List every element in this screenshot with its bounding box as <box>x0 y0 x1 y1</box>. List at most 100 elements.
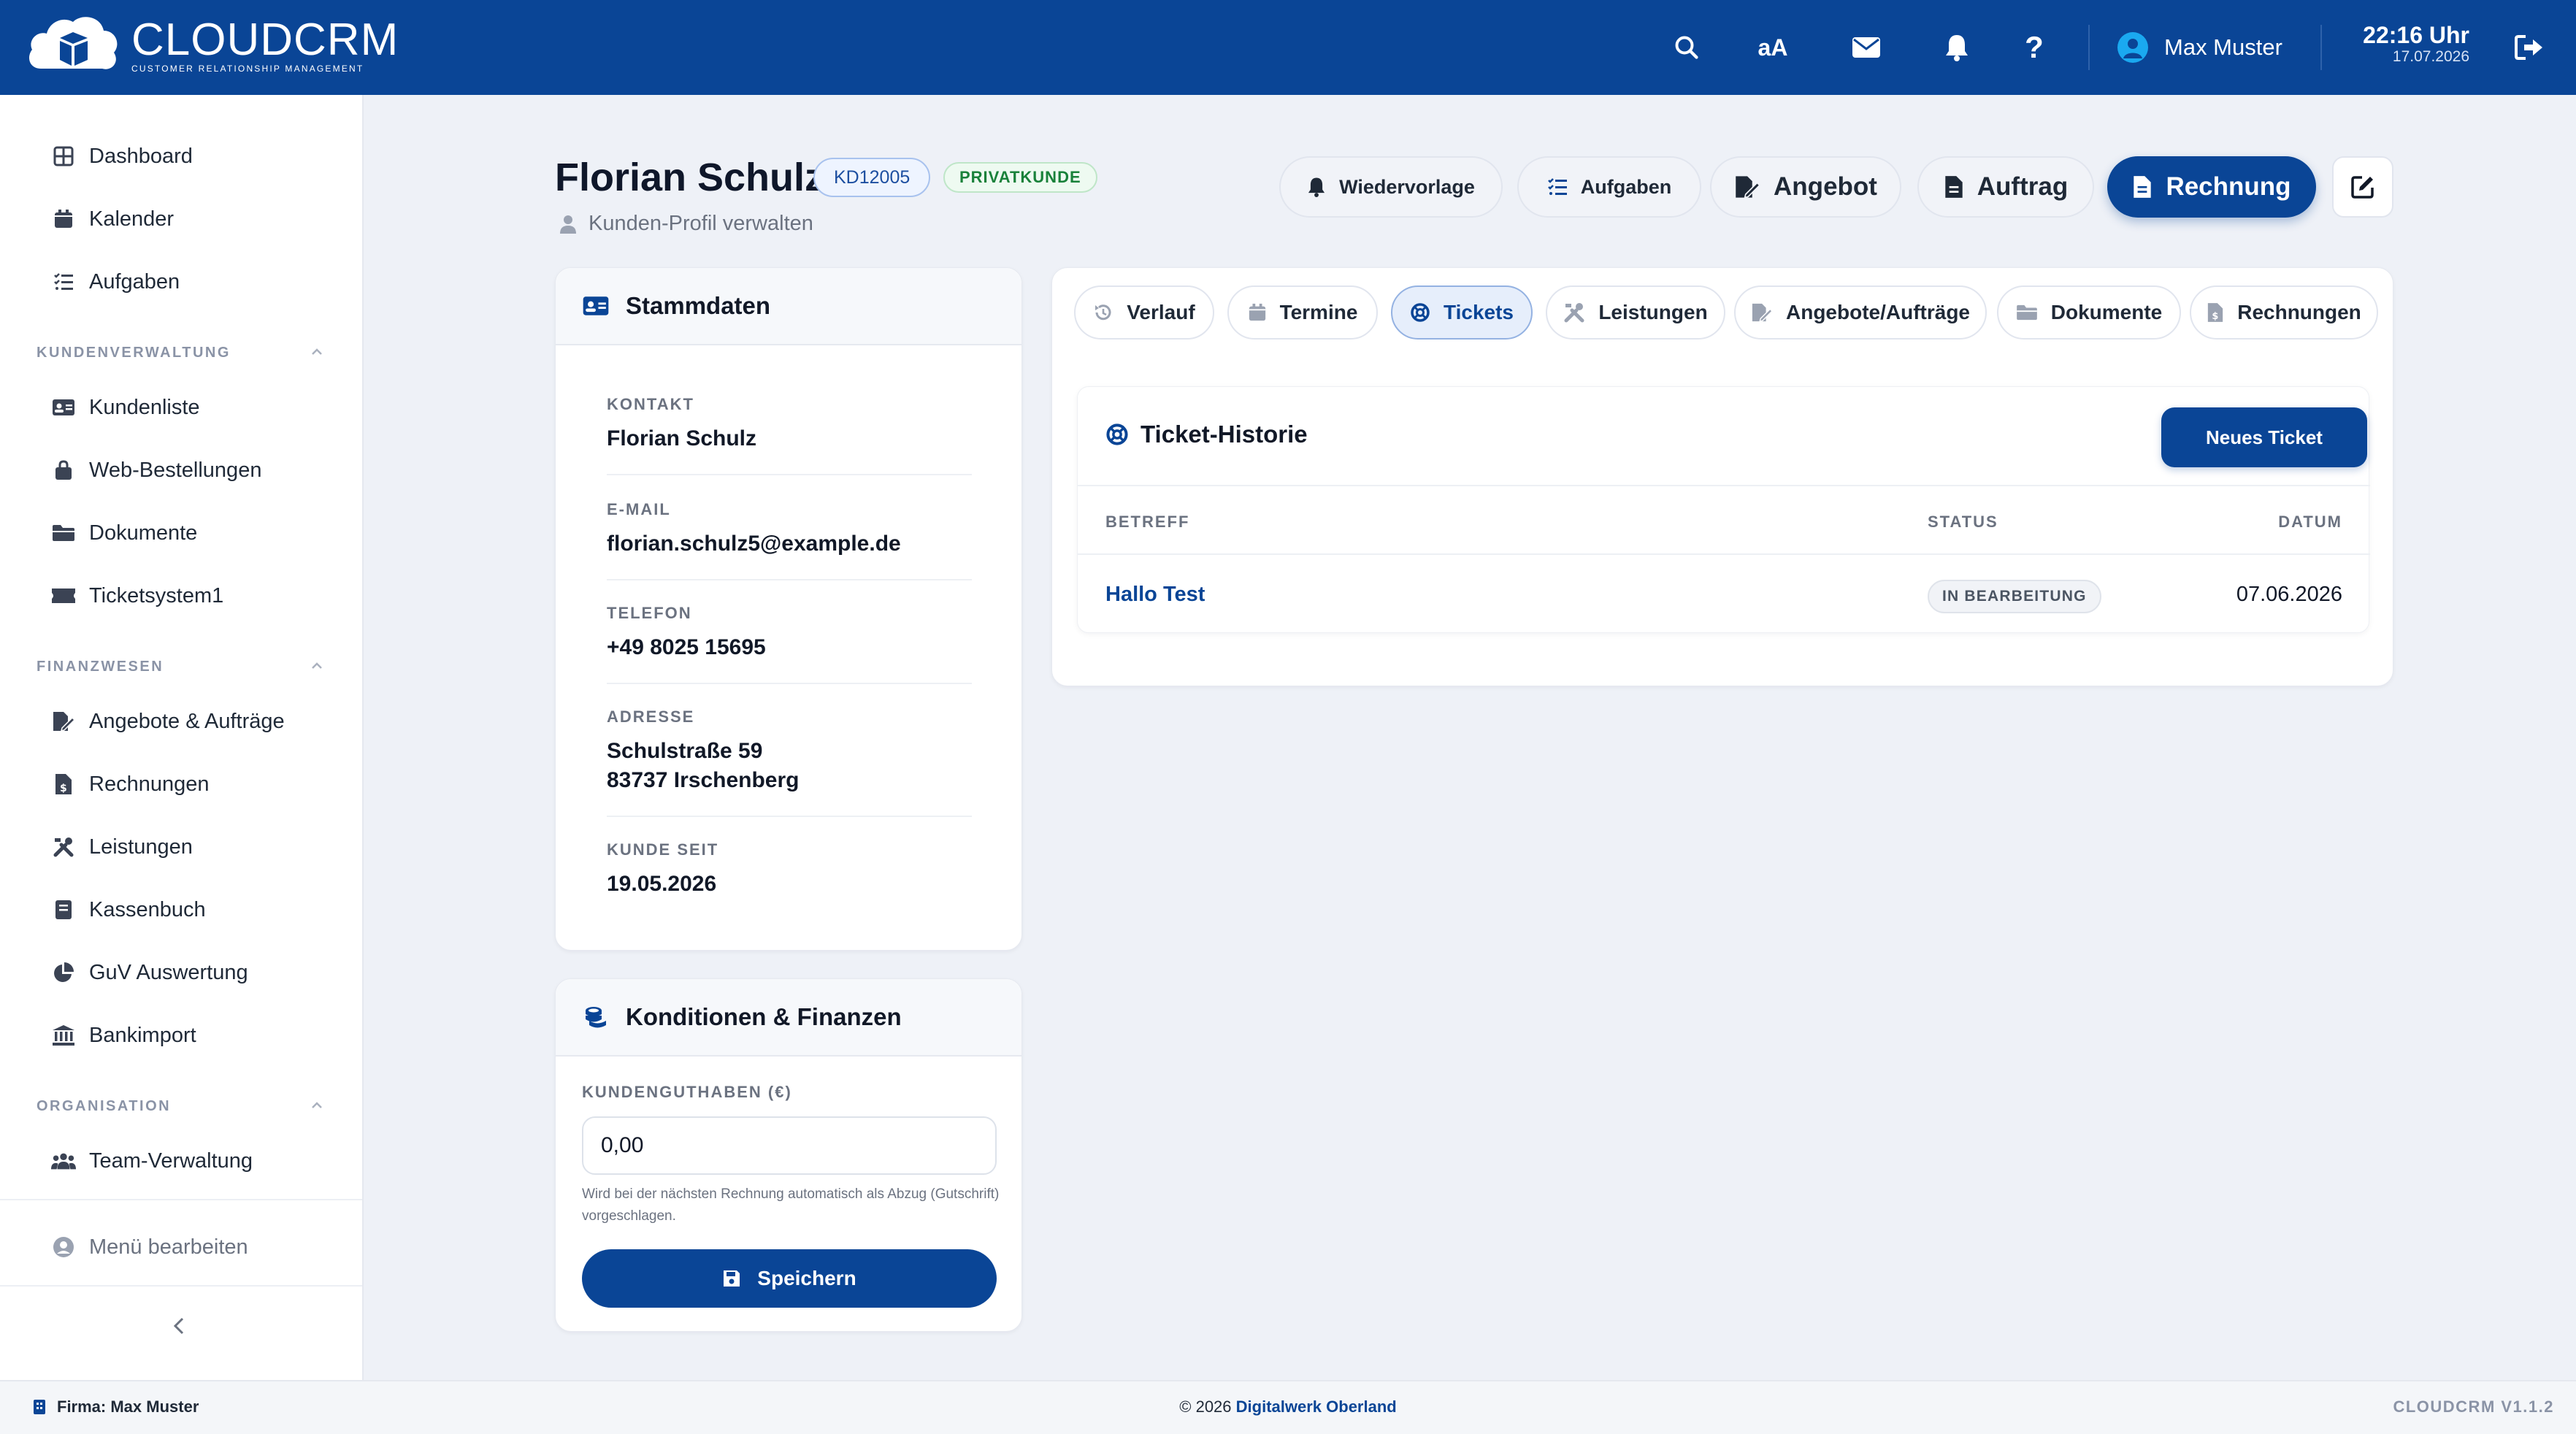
tab-label: Verlauf <box>1127 301 1195 323</box>
tab-rechnungen[interactable]: $ Rechnungen <box>2190 285 2378 340</box>
tab-tickets[interactable]: Tickets <box>1391 285 1533 340</box>
sidebar-item-kassenbuch[interactable]: Kassenbuch <box>51 888 206 932</box>
tab-angebote-auftraege[interactable]: Angebote/Aufträge <box>1734 285 1987 340</box>
sidebar-item-kundenliste[interactable]: Kundenliste <box>51 386 200 429</box>
file-signature-icon <box>51 709 76 734</box>
user-menu[interactable]: Max Muster <box>2117 25 2282 70</box>
telefon-label: TELEFON <box>607 604 692 622</box>
sidebar-item-team-verwaltung[interactable]: Team-Verwaltung <box>51 1139 253 1183</box>
column-header-status[interactable]: STATUS <box>1928 513 1998 532</box>
aufgaben-button[interactable]: Aufgaben <box>1517 156 1701 218</box>
text-size-button[interactable]: aA <box>1749 24 1796 71</box>
clock-date: 17.07.2026 <box>2392 48 2469 65</box>
folder-icon <box>51 521 76 545</box>
sidebar-item-bankimport[interactable]: Bankimport <box>51 1013 196 1057</box>
page-subtitle: Kunden-Profil verwalten <box>558 212 813 236</box>
save-button[interactable]: Speichern <box>582 1249 997 1308</box>
topbar-divider <box>2320 25 2322 70</box>
top-bar: CLOUDCRM CUSTOMER RELATIONSHIP MANAGEMEN… <box>0 0 2576 95</box>
subtitle-text: Kunden-Profil verwalten <box>589 212 813 235</box>
calendar-icon <box>1248 303 1267 322</box>
bank-icon <box>51 1023 76 1048</box>
sidebar-item-label: Aufgaben <box>89 269 180 294</box>
angebot-button[interactable]: Angebot <box>1710 156 1901 218</box>
sidebar-item-leistungen[interactable]: Leistungen <box>51 825 193 869</box>
logo-name: CLOUDCRM <box>131 15 399 65</box>
sidebar-item-label: Dokumente <box>89 521 198 545</box>
sidebar-item-rechnungen[interactable]: $ Rechnungen <box>51 762 209 806</box>
invoice-icon: $ <box>2207 302 2224 323</box>
app-version: CLOUDCRM V1.1.2 <box>2393 1397 2554 1416</box>
tab-leistungen[interactable]: Leistungen <box>1546 285 1725 340</box>
folder-icon <box>2016 304 2038 321</box>
search-icon[interactable] <box>1663 24 1710 71</box>
mail-icon[interactable] <box>1843 24 1890 71</box>
customer-details-panel: Verlauf Termine Tickets Leistungen Angeb… <box>1051 267 2393 686</box>
email-value[interactable]: florian.schulz5@example.de <box>607 529 901 559</box>
sidebar-item-web-bestellungen[interactable]: Web-Bestellungen <box>51 448 261 492</box>
tab-dokumente[interactable]: Dokumente <box>1997 285 2181 340</box>
tools-icon <box>51 835 76 859</box>
chevron-up-icon <box>312 1102 322 1108</box>
tab-label: Tickets <box>1444 301 1514 323</box>
auftrag-button[interactable]: Auftrag <box>1917 156 2094 218</box>
sidebar-item-aufgaben[interactable]: Aufgaben <box>51 260 180 304</box>
sidebar-item-dokumente[interactable]: Dokumente <box>51 511 197 555</box>
app-logo[interactable]: CLOUDCRM CUSTOMER RELATIONSHIP MANAGEMEN… <box>25 9 399 82</box>
column-header-datum[interactable]: DATUM <box>2278 513 2342 532</box>
column-header-betreff[interactable]: BETREFF <box>1105 513 1189 532</box>
sidebar-item-ticketsystem[interactable]: Ticketsystem1 <box>51 574 223 618</box>
rechnung-button[interactable]: Rechnung <box>2107 156 2316 218</box>
collapse-sidebar-icon[interactable] <box>165 1311 194 1341</box>
guthaben-input[interactable] <box>582 1116 997 1175</box>
sidebar-item-label: Kundenliste <box>89 395 200 419</box>
new-ticket-button[interactable]: Neues Ticket <box>2161 407 2367 467</box>
ticket-subject-link[interactable]: Hallo Test <box>1105 583 1205 607</box>
company-link[interactable]: Digitalwerk Oberland <box>1236 1397 1397 1416</box>
section-header-organisation[interactable]: ORGANISATION <box>37 1098 322 1115</box>
divider <box>1078 485 2370 486</box>
kunde-seit-label: KUNDE SEIT <box>607 840 719 859</box>
help-icon[interactable]: ? <box>2011 24 2058 71</box>
button-label: Aufgaben <box>1580 175 1672 198</box>
id-card-icon <box>582 292 610 320</box>
kunde-seit-value: 19.05.2026 <box>607 872 717 896</box>
konditionen-card: Konditionen & Finanzen KUNDENGUTHABEN (€… <box>555 978 1022 1332</box>
page-title: Florian Schulz <box>555 156 825 199</box>
section-header-kundenverwaltung[interactable]: KUNDENVERWALTUNG <box>37 345 322 361</box>
tab-termine[interactable]: Termine <box>1227 285 1378 340</box>
sidebar-divider <box>0 1285 362 1287</box>
wiedervorlage-button[interactable]: Wiedervorlage <box>1279 156 1503 218</box>
edit-icon <box>2351 176 2374 199</box>
tab-verlauf[interactable]: Verlauf <box>1074 285 1214 340</box>
sidebar-item-kalender[interactable]: Kalender <box>51 197 174 241</box>
dashboard-icon <box>51 144 76 169</box>
customer-type-badge: PRIVATKUNDE <box>943 162 1097 193</box>
card-title: Konditionen & Finanzen <box>626 1003 902 1030</box>
edit-menu-button[interactable]: Menü bearbeiten <box>51 1225 248 1269</box>
divider <box>607 579 972 580</box>
button-label: Angebot <box>1774 172 1877 201</box>
adresse-line2: 83737 Irschenberg <box>607 768 800 792</box>
lifering-icon <box>1105 423 1129 446</box>
stammdaten-card: Stammdaten KONTAKT Florian Schulz E-MAIL… <box>555 267 1022 951</box>
title-text: Ticket-Historie <box>1141 421 1308 448</box>
cloud-cube-logo-icon <box>29 17 118 69</box>
calendar-icon <box>51 207 76 231</box>
section-header-finanzwesen[interactable]: FINANZWESEN <box>37 659 322 675</box>
guthaben-label: KUNDENGUTHABEN (€) <box>582 1083 792 1101</box>
sidebar-item-label: Leistungen <box>89 835 193 859</box>
logout-icon[interactable] <box>2506 24 2553 71</box>
sidebar-item-guv-auswertung[interactable]: GuV Auswertung <box>51 951 248 994</box>
ticket-history-title: Ticket-Historie <box>1105 421 1308 448</box>
sidebar-item-label: Kalender <box>89 207 175 231</box>
kontakt-value: Florian Schulz <box>607 426 757 450</box>
guthaben-hint: Wird bei der nächsten Rechnung automatis… <box>582 1186 1000 1224</box>
sidebar-item-angebote-auftraege[interactable]: Angebote & Aufträge <box>51 699 285 743</box>
sidebar-item-label: GuV Auswertung <box>89 960 248 984</box>
telefon-value[interactable]: +49 8025 15695 <box>607 633 766 662</box>
sidebar-item-dashboard[interactable]: Dashboard <box>51 134 193 178</box>
bell-icon[interactable] <box>1933 24 1980 71</box>
edit-customer-button[interactable] <box>2332 156 2393 218</box>
svg-text:$: $ <box>2212 311 2219 322</box>
